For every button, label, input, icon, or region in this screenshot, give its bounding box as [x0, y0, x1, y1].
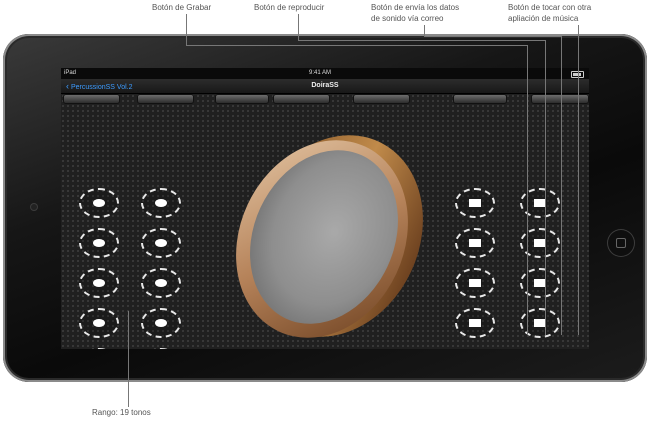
annotation-mail-line1: Botón de envía los datos	[371, 3, 460, 12]
leader-line	[186, 45, 528, 46]
pad-dot	[93, 319, 105, 327]
tone-pad[interactable]	[79, 188, 119, 218]
pad-dot	[155, 199, 167, 207]
panel-tab	[531, 94, 589, 104]
annotation-mail-line2: de sonido vía correo	[371, 14, 444, 23]
pad-square	[469, 239, 481, 247]
leader-line	[424, 25, 425, 36]
leader-line	[298, 14, 299, 40]
pad-square	[469, 199, 481, 207]
tone-pad[interactable]	[455, 308, 495, 338]
annotation-mail: Botón de envía los datos de sonido vía c…	[371, 2, 459, 24]
carrier-label: iPad	[64, 70, 77, 76]
leader-line	[578, 25, 579, 335]
annotation-play: Botón de reproducir	[254, 3, 325, 12]
pad-dot	[93, 199, 105, 207]
home-button[interactable]	[608, 230, 634, 256]
page-title: DoiraSS	[311, 82, 339, 89]
tone-pad[interactable]	[520, 268, 560, 298]
status-bar: iPad 9:41 AM	[61, 68, 589, 79]
leader-line	[545, 40, 546, 335]
instrument-panel: ♫	[61, 94, 589, 349]
annotation-music: Botón de tocar con otra apliación de mús…	[508, 2, 591, 24]
panel-tab	[353, 94, 410, 104]
tone-pad[interactable]	[141, 188, 181, 218]
tone-pad[interactable]	[455, 268, 495, 298]
tone-pad[interactable]	[455, 188, 495, 218]
tone-pad[interactable]	[79, 268, 119, 298]
tone-pad[interactable]	[520, 308, 560, 338]
panel-tab	[63, 94, 120, 104]
pad-dot	[155, 279, 167, 287]
tone-pad[interactable]	[455, 228, 495, 258]
nav-bar: ‹ PercussionSS Vol.2 DoiraSS	[61, 79, 589, 94]
pad-square	[469, 319, 481, 327]
tone-pad[interactable]	[79, 228, 119, 258]
annotation-record: Botón de Grabar	[152, 3, 212, 12]
tone-pad[interactable]	[141, 228, 181, 258]
pad-dot	[155, 319, 167, 327]
status-time: 9:41 AM	[309, 70, 332, 76]
tone-pad[interactable]	[79, 348, 119, 349]
pad-dot	[93, 279, 105, 287]
panel-tab	[453, 94, 507, 104]
pad-dot	[93, 239, 105, 247]
tone-pad[interactable]	[520, 228, 560, 258]
panel-tab	[215, 94, 269, 104]
annotation-range: Rango: 19 tonos	[92, 408, 151, 417]
tone-pad[interactable]	[79, 308, 119, 338]
leader-line	[424, 36, 562, 37]
panel-tab	[273, 94, 330, 104]
home-square-icon	[616, 238, 626, 248]
tone-pad[interactable]	[141, 268, 181, 298]
doira-drum[interactable]	[217, 124, 427, 344]
annotation-music-line1: Botón de tocar con otra	[508, 3, 592, 12]
tone-pad[interactable]	[141, 308, 181, 338]
app-screen: iPad 9:41 AM ‹ PercussionSS Vol.2 DoiraSS	[61, 68, 589, 349]
leader-line	[298, 40, 545, 41]
leader-line	[527, 45, 528, 335]
tone-pad[interactable]	[520, 188, 560, 218]
leader-line	[561, 36, 562, 335]
pad-square	[469, 279, 481, 287]
pad-dot	[155, 239, 167, 247]
tone-pad[interactable]	[141, 348, 181, 349]
leader-line	[128, 311, 129, 407]
panel-tab	[137, 94, 194, 104]
annotation-music-line2: apliación de música	[508, 14, 579, 23]
leader-line	[186, 14, 187, 46]
front-camera	[31, 204, 37, 210]
